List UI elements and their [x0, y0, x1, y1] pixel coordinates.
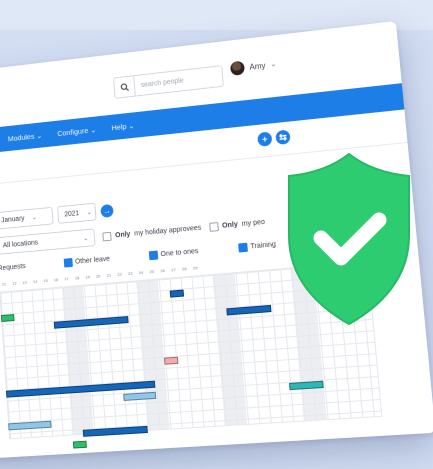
nav-help[interactable]: Help ⌄: [111, 121, 135, 132]
checkbox-box[interactable]: [102, 231, 112, 241]
location-select[interactable]: All locations ⌄: [0, 228, 96, 255]
legend-other-leave: Other leave: [74, 255, 111, 266]
training-toggle[interactable]: Training: [238, 240, 277, 253]
export-icon[interactable]: ⇆: [275, 129, 291, 145]
nav-configure[interactable]: Configure ⌄: [57, 125, 97, 138]
user-menu[interactable]: Amy ⌄: [229, 57, 277, 76]
holiday-approvees-label: my holiday approvees: [133, 224, 202, 238]
month-select[interactable]: January ⌄: [0, 206, 54, 230]
holiday-approvees-checkbox[interactable]: Only my holiday approvees: [102, 223, 201, 241]
add-icon[interactable]: +: [257, 131, 273, 147]
calendar-entry[interactable]: [169, 289, 185, 298]
day-label: 12: [12, 280, 17, 286]
day-label: 11: [1, 281, 7, 287]
location-value: All locations: [2, 238, 39, 249]
legend-one-to-ones: One to ones: [160, 247, 199, 259]
day-label: 21: [106, 272, 112, 278]
day-label: 26: [160, 267, 166, 274]
chevron-down-icon: ⌄: [83, 235, 89, 242]
day-label: 25: [149, 268, 155, 275]
calendar-entry[interactable]: [72, 440, 87, 449]
people-label: my peo: [241, 218, 266, 228]
day-label: 28: [181, 266, 187, 272]
go-icon[interactable]: →: [100, 203, 114, 218]
day-label: 14: [32, 278, 38, 285]
calendar-entry[interactable]: [0, 314, 15, 322]
people-checkbox[interactable]: Only my peo: [208, 217, 266, 232]
search-input[interactable]: search people: [135, 77, 183, 89]
day-label: 27: [171, 267, 176, 273]
day-label: 17: [64, 276, 69, 282]
year-value: 2021: [64, 209, 80, 218]
day-label: 15: [43, 277, 48, 284]
checkbox-box[interactable]: [238, 242, 248, 253]
day-label: 13: [22, 279, 27, 285]
day-label: 18: [74, 275, 80, 281]
checkbox-box[interactable]: [63, 258, 73, 268]
day-label: 29: [192, 265, 198, 271]
chevron-down-icon[interactable]: ⌄: [270, 60, 277, 69]
legend-requests: Requests: [0, 263, 26, 273]
legend-training: Training: [250, 241, 277, 251]
shield-check-icon: [288, 152, 410, 326]
toolbar-icons: + ⇆: [257, 129, 291, 147]
calendar-entry[interactable]: [163, 356, 179, 365]
user-name[interactable]: Amy: [249, 61, 266, 72]
day-label: 20: [95, 273, 101, 279]
search-icon[interactable]: [113, 76, 136, 98]
only-label: Only: [221, 220, 239, 230]
day-label: 24: [138, 269, 144, 276]
day-label: 23: [127, 270, 133, 277]
day-label: 19: [85, 274, 90, 280]
one-to-ones-toggle[interactable]: One to ones: [148, 247, 199, 261]
nav-modules[interactable]: Modules ⌄: [8, 131, 43, 143]
year-select[interactable]: 2021 ⌄: [57, 202, 97, 224]
day-label: 16: [53, 276, 59, 283]
only-label: Only: [114, 230, 131, 239]
chevron-down-icon: ⌄: [86, 209, 92, 216]
search-box[interactable]: search people: [112, 65, 224, 99]
checkbox-box[interactable]: [148, 250, 159, 261]
checkbox-box[interactable]: [208, 221, 219, 232]
month-value: January: [0, 214, 25, 224]
avatar[interactable]: [229, 60, 246, 76]
other-leave-toggle[interactable]: Other leave: [63, 255, 110, 268]
chevron-down-icon: ⌄: [31, 214, 38, 221]
day-label: 22: [117, 271, 122, 277]
date-filters: January ⌄ 2021 ⌄ →: [0, 201, 114, 230]
